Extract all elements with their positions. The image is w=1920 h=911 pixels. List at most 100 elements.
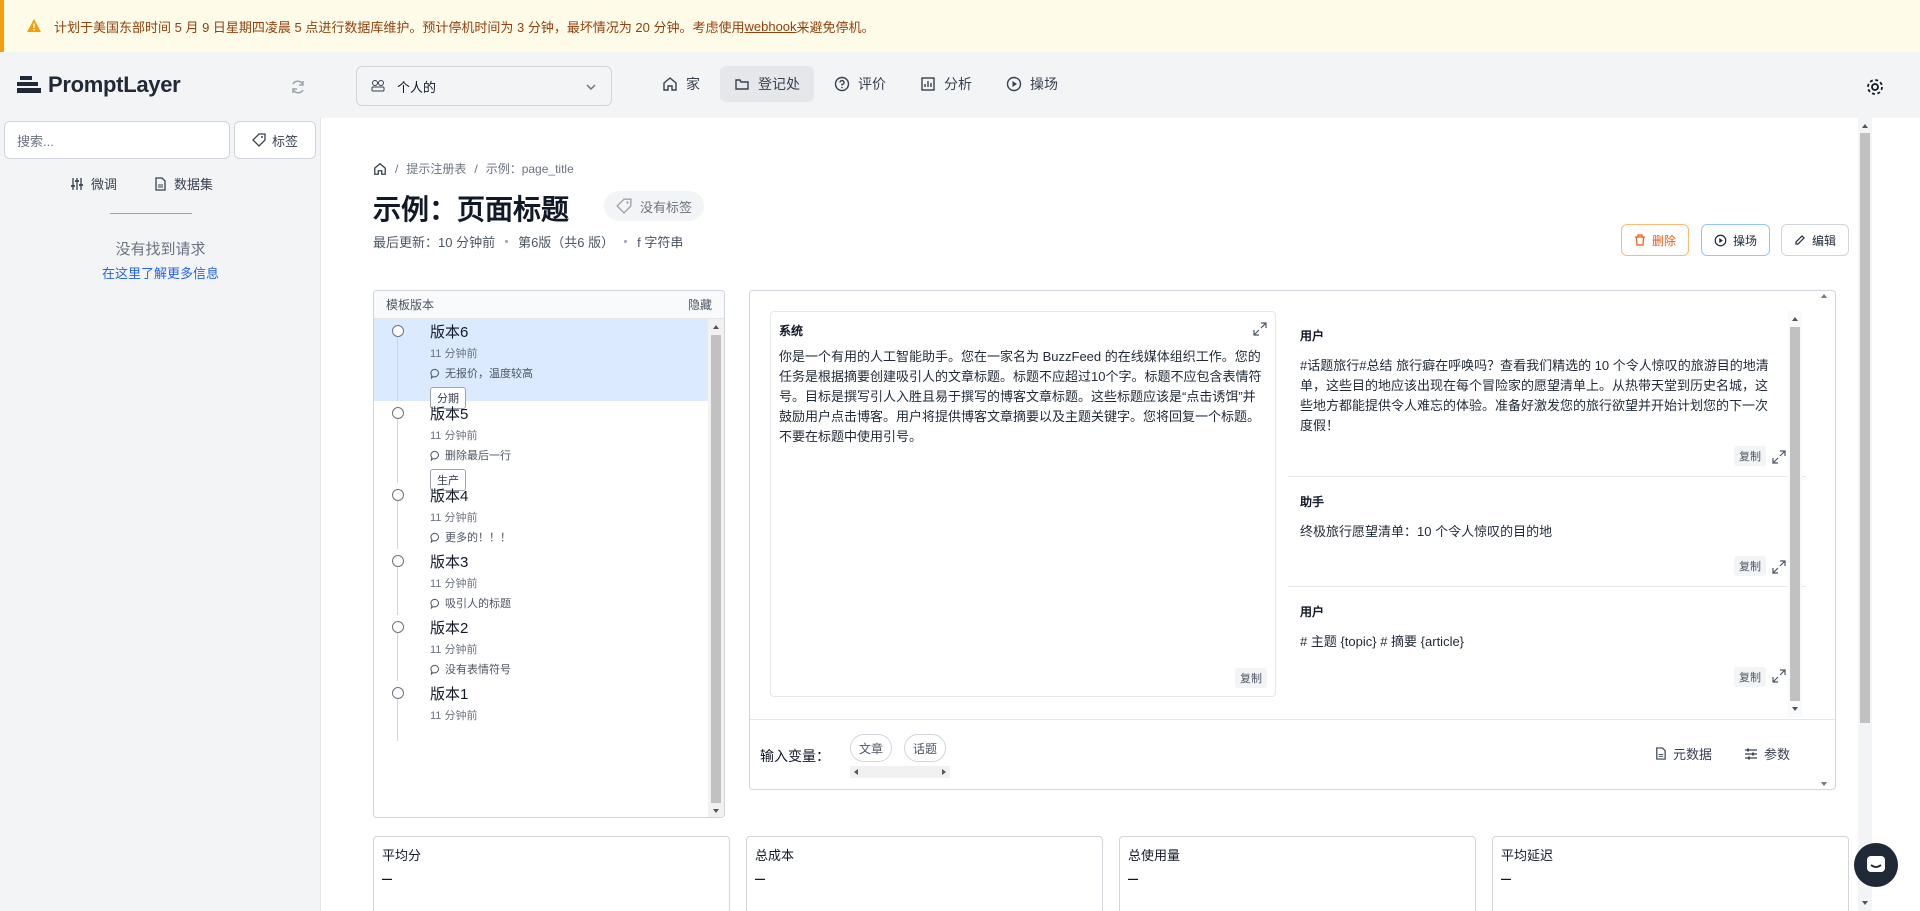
- scroll-down-icon[interactable]: [1788, 703, 1802, 715]
- version-item[interactable]: 版本2 11 分钟前 没有表情符号: [374, 615, 708, 681]
- expand-icon[interactable]: [1253, 322, 1267, 336]
- scroll-right-icon[interactable]: [939, 766, 949, 778]
- banner-text-end: 来避免停机。: [796, 19, 875, 35]
- expand-icon[interactable]: [1772, 669, 1786, 683]
- hide-versions-button[interactable]: 隐藏: [688, 296, 712, 313]
- copy-button[interactable]: 复制: [1235, 668, 1267, 688]
- version-radio: [392, 325, 404, 337]
- search-input[interactable]: 搜索...: [4, 121, 230, 159]
- chat-support-button[interactable]: [1854, 843, 1898, 887]
- nav-registry[interactable]: 登记处: [720, 66, 814, 102]
- scrollbar-thumb[interactable]: [1860, 133, 1870, 723]
- sliders-icon: [71, 177, 83, 190]
- version-item[interactable]: 版本6 11 分钟前 无报价，温度较高 分期: [374, 319, 708, 409]
- versions-list: 版本6 11 分钟前 无报价，温度较高 分期 版本5 11 分钟前 删除最后一行…: [374, 319, 708, 817]
- tag-icon: [252, 133, 266, 147]
- version-item[interactable]: 版本4 11 分钟前 更多的！！！: [374, 483, 708, 549]
- scroll-left-icon[interactable]: [851, 766, 861, 778]
- webhook-link[interactable]: webhook: [745, 19, 797, 34]
- play-circle-icon: [1714, 234, 1727, 246]
- main-content: / 提示注册表 / 示例：page_title 示例：页面标题 没有标签 最后更…: [321, 118, 1920, 911]
- scrollbar-thumb[interactable]: [1790, 327, 1800, 701]
- warning-icon: [27, 19, 41, 32]
- app-logo[interactable]: PromptLayer: [16, 72, 181, 98]
- nav-analytics[interactable]: 分析: [906, 66, 986, 102]
- scroll-up-icon[interactable]: [1788, 313, 1802, 325]
- breadcrumb-sep: /: [474, 161, 478, 176]
- scrollbar-thumb[interactable]: [711, 335, 721, 803]
- version-note-text: 没有表情符号: [445, 664, 511, 676]
- messages-list: 用户 #话题旅行#总结 旅行癖在呼唤吗？查看我们精选的 10 个令人惊叹的旅游目…: [1288, 311, 1806, 717]
- parameters-label: 参数: [1764, 747, 1791, 762]
- variables-scrollbar[interactable]: [850, 766, 950, 778]
- play-circle-icon: [1006, 76, 1022, 92]
- comment-icon: [430, 368, 439, 379]
- version-radio: [392, 407, 404, 419]
- expand-icon[interactable]: [1772, 560, 1786, 574]
- edit-button[interactable]: 编辑: [1781, 224, 1850, 256]
- nav-home[interactable]: 家: [648, 66, 714, 102]
- messages-scrollbar[interactable]: [1788, 311, 1802, 717]
- version-note-text: 无报价，温度较高: [445, 368, 533, 380]
- scroll-down-icon[interactable]: [1816, 778, 1832, 790]
- tag-icon: [616, 198, 632, 214]
- stat-label: 总使用量: [1128, 848, 1181, 863]
- learn-more-link[interactable]: 在这里了解更多信息: [0, 263, 321, 282]
- metadata-button[interactable]: 元数据: [1654, 744, 1712, 763]
- expand-icon[interactable]: [1772, 450, 1786, 464]
- stat-value: –: [382, 868, 393, 888]
- home-icon[interactable]: [373, 162, 387, 176]
- nav-evaluate-label: 评价: [858, 76, 886, 92]
- stat-card-avg-latency: 平均延迟 –: [1492, 836, 1849, 911]
- delete-button[interactable]: 删除: [1621, 224, 1690, 256]
- breadcrumb-current: 示例：page_title: [485, 162, 574, 176]
- variable-chip[interactable]: 文章: [850, 734, 893, 762]
- version-time: 11 分钟前: [430, 710, 478, 722]
- copy-button[interactable]: 复制: [1734, 556, 1766, 576]
- scroll-up-icon[interactable]: [1816, 290, 1832, 302]
- breadcrumb-registry[interactable]: 提示注册表: [406, 160, 466, 177]
- scroll-up-icon[interactable]: [708, 321, 724, 333]
- chevron-down-icon: [586, 84, 596, 91]
- message-user: 用户 # 主题 {topic} # 摘要 {article} 复制: [1288, 587, 1806, 695]
- tag-filter-label: 标签: [271, 133, 298, 149]
- gear-icon[interactable]: [1865, 77, 1885, 97]
- file-icon: [1656, 747, 1666, 760]
- edit-label: 编辑: [1812, 233, 1837, 248]
- tab-finetune[interactable]: 微调: [70, 174, 117, 193]
- tab-finetune-label: 微调: [91, 177, 118, 192]
- tag-filter-button[interactable]: 标签: [234, 121, 316, 159]
- nav-evaluate[interactable]: 评价: [820, 66, 900, 102]
- version-item[interactable]: 版本5 11 分钟前 删除最后一行 生产: [374, 401, 708, 491]
- stat-card-avg-score: 平均分 –: [373, 836, 730, 911]
- scroll-down-icon[interactable]: [1858, 897, 1872, 909]
- tab-datasets[interactable]: 数据集: [153, 174, 213, 193]
- version-radio: [392, 687, 404, 699]
- playground-button[interactable]: 操场: [1701, 224, 1771, 256]
- timeline-line: [397, 633, 398, 681]
- scroll-up-icon[interactable]: [1858, 120, 1872, 132]
- sync-icon[interactable]: [290, 79, 306, 95]
- workspace-select[interactable]: 个人的: [356, 66, 612, 106]
- maintenance-banner: 计划于美国东部时间 5 月 9 日星期四凌晨 5 点进行数据库维护。预计停机时间…: [0, 0, 1920, 52]
- stat-label: 平均延迟: [1501, 848, 1554, 863]
- version-time: 11 分钟前: [430, 348, 478, 360]
- nav-playground[interactable]: 操场: [992, 66, 1072, 102]
- stat-value: –: [1128, 868, 1139, 888]
- scroll-down-icon[interactable]: [708, 805, 724, 817]
- no-tags-badge[interactable]: 没有标签: [604, 191, 705, 221]
- copy-button[interactable]: 复制: [1734, 667, 1766, 687]
- variable-chip[interactable]: 话题: [904, 734, 947, 762]
- stats-row: 平均分 – 总成本 – 总使用量 – 平均延迟 –: [373, 836, 1849, 911]
- pencil-icon: [1795, 235, 1805, 245]
- parameters-button[interactable]: 参数: [1744, 744, 1790, 763]
- divider: [110, 213, 192, 214]
- page-scrollbar[interactable]: [1858, 118, 1872, 911]
- version-item[interactable]: 版本1 11 分钟前: [374, 681, 708, 741]
- version-item[interactable]: 版本3 11 分钟前 吸引人的标题: [374, 549, 708, 615]
- copy-button[interactable]: 复制: [1734, 446, 1766, 466]
- prompt-scrollbar[interactable]: [1816, 290, 1832, 790]
- trash-icon: [1635, 234, 1645, 246]
- nav-playground-label: 操场: [1030, 76, 1058, 92]
- versions-scrollbar[interactable]: [708, 319, 724, 817]
